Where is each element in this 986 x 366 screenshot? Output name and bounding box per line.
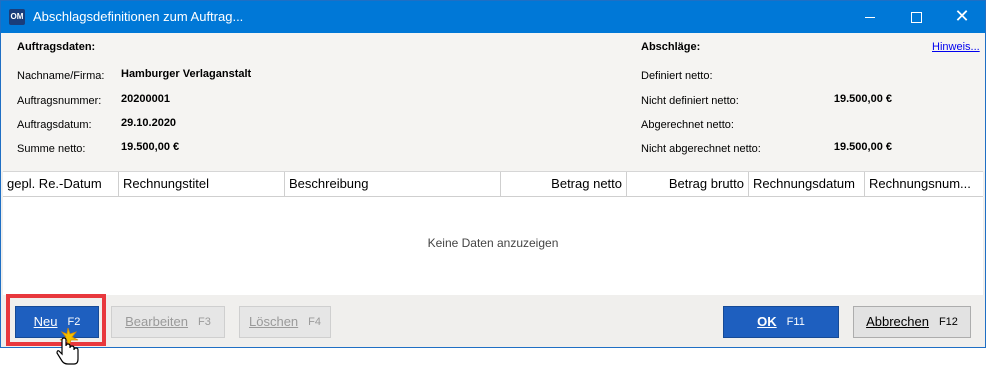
field-label-nicht-abgerechnet-netto: Nicht abgerechnet netto:: [641, 143, 761, 155]
field-label-nicht-definiert-netto: Nicht definiert netto:: [641, 95, 739, 107]
field-value-auftragsdatum: 29.10.2020: [121, 117, 177, 129]
empty-table-message: Keine Daten anzuzeigen: [427, 236, 559, 250]
column-header-gepl-re-datum[interactable]: gepl. Re.-Datum: [3, 172, 119, 196]
column-header-beschreibung[interactable]: Beschreibung: [285, 172, 501, 196]
app-logo-icon: OM: [9, 9, 25, 25]
field-value-auftragsnummer: 20200001: [121, 93, 170, 105]
button-bar: Neu F2 Bearbeiten F3 Löschen F4 OK F11 A…: [1, 295, 985, 347]
column-header-rechnungsnummer[interactable]: Rechnungsnum...: [865, 172, 983, 196]
auftragsdaten-header: Auftragsdaten:: [17, 41, 96, 53]
column-header-rechnungstitel[interactable]: Rechnungstitel: [119, 172, 285, 196]
close-button[interactable]: ✕: [939, 1, 985, 33]
hinweis-link[interactable]: Hinweis...: [932, 41, 980, 53]
ok-button[interactable]: OK F11: [723, 306, 839, 338]
field-label-abgerechnet-netto: Abgerechnet netto:: [641, 119, 734, 131]
abbrechen-button-key: F12: [938, 316, 958, 328]
field-label-summe-netto: Summe netto:: [17, 143, 86, 155]
field-value-nicht-definiert-netto: 19.500,00 €: [833, 93, 892, 105]
minimize-icon: [865, 16, 875, 18]
maximize-button[interactable]: [893, 1, 939, 33]
field-value-name: Hamburger Verlaganstalt: [121, 68, 252, 80]
maximize-icon: [910, 11, 922, 23]
dialog-window: OM Abschlagsdefinitionen zum Auftrag... …: [0, 0, 986, 348]
close-icon: ✕: [954, 6, 970, 27]
field-value-summe-netto: 19.500,00 €: [121, 141, 180, 153]
field-label-auftragsdatum: Auftragsdatum:: [17, 119, 92, 131]
abschlaege-header: Abschläge:: [641, 41, 701, 53]
loeschen-button-label: Löschen: [249, 314, 299, 329]
ok-button-label: OK: [757, 314, 777, 329]
order-info-panel: Auftragsdaten: Nachname/Firma: Hamburger…: [1, 33, 985, 171]
hand-cursor-icon: [56, 327, 79, 365]
bearbeiten-button-label: Bearbeiten: [125, 314, 189, 329]
field-label-auftragsnummer: Auftragsnummer:: [17, 95, 102, 107]
loeschen-button[interactable]: Löschen F4: [239, 306, 331, 338]
column-header-rechnungsdatum[interactable]: Rechnungsdatum: [749, 172, 865, 196]
bearbeiten-button-key: F3: [198, 316, 211, 328]
abbrechen-button[interactable]: Abbrechen F12: [853, 306, 971, 338]
bearbeiten-button[interactable]: Bearbeiten F3: [111, 306, 225, 338]
abbrechen-button-label: Abbrechen: [866, 314, 929, 329]
table-header: gepl. Re.-Datum Rechnungstitel Beschreib…: [3, 172, 983, 197]
column-header-betrag-brutto[interactable]: Betrag brutto: [627, 172, 749, 196]
column-header-betrag-netto[interactable]: Betrag netto: [501, 172, 627, 196]
window-title: Abschlagsdefinitionen zum Auftrag...: [33, 9, 244, 24]
title-bar[interactable]: OM Abschlagsdefinitionen zum Auftrag... …: [1, 1, 985, 33]
field-label-name: Nachname/Firma:: [17, 70, 105, 82]
ok-button-key: F11: [786, 316, 805, 328]
minimize-button[interactable]: [847, 1, 893, 33]
field-label-definiert-netto: Definiert netto:: [641, 70, 713, 82]
field-value-nicht-abgerechnet-netto: 19.500,00 €: [833, 141, 892, 153]
abschlaege-table[interactable]: gepl. Re.-Datum Rechnungstitel Beschreib…: [3, 171, 983, 296]
loeschen-button-key: F4: [308, 316, 321, 328]
